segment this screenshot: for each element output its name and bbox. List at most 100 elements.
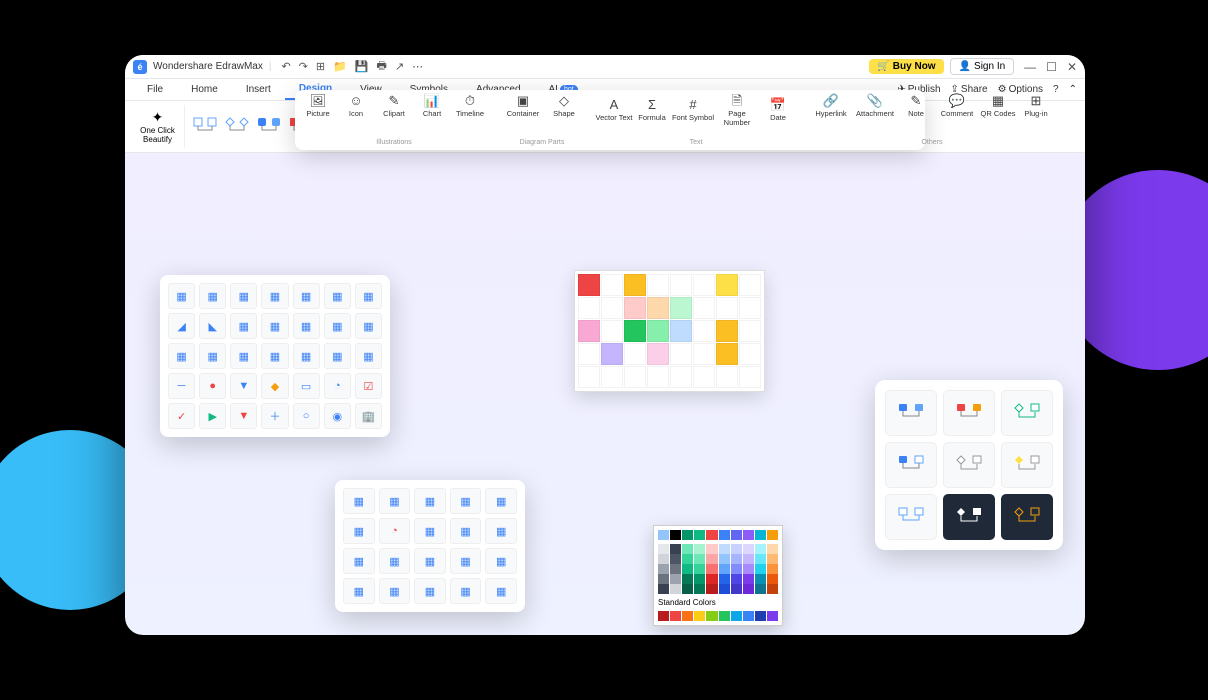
color-swatch[interactable] — [767, 554, 778, 564]
insert-container[interactable]: ▣Container — [501, 94, 545, 119]
shape-tile[interactable]: ☑ — [355, 373, 382, 399]
color-cell[interactable] — [624, 320, 646, 342]
color-swatch[interactable] — [670, 611, 681, 621]
color-swatch[interactable] — [719, 564, 730, 574]
color-swatch[interactable] — [719, 584, 730, 594]
color-swatch[interactable] — [755, 554, 766, 564]
color-cell[interactable] — [670, 343, 692, 365]
color-swatch[interactable] — [682, 564, 693, 574]
color-swatch[interactable] — [743, 554, 754, 564]
shape-tile[interactable]: ▼ — [230, 373, 257, 399]
color-swatch[interactable] — [694, 554, 705, 564]
template-tile[interactable]: ▦ — [485, 548, 517, 574]
color-swatch[interactable] — [706, 530, 717, 540]
color-cell[interactable] — [716, 297, 738, 319]
color-cell[interactable] — [601, 366, 623, 388]
redo-icon[interactable]: ↷ — [299, 60, 308, 73]
color-swatch[interactable] — [694, 584, 705, 594]
color-swatch[interactable] — [731, 544, 742, 554]
shape-tile[interactable]: ◣ — [199, 313, 226, 339]
close-icon[interactable]: ✕ — [1067, 60, 1077, 74]
shape-tile[interactable]: ▶ — [199, 403, 226, 429]
color-swatch[interactable] — [706, 574, 717, 584]
color-cell[interactable] — [647, 343, 669, 365]
color-cell[interactable] — [693, 320, 715, 342]
shape-tile[interactable]: ▦ — [324, 283, 351, 309]
insert-clipart[interactable]: ✎Clipart — [375, 94, 413, 119]
template-tile[interactable]: ◔ — [379, 518, 411, 544]
theme-swatch[interactable] — [189, 105, 221, 149]
shape-tile[interactable]: ＋ — [261, 403, 288, 429]
insert-timeline[interactable]: ⏱Timeline — [451, 94, 489, 119]
insert-note[interactable]: ✎Note — [897, 94, 935, 119]
color-swatch[interactable] — [731, 584, 742, 594]
color-swatch[interactable] — [694, 530, 705, 540]
color-cell[interactable] — [601, 274, 623, 296]
color-cell[interactable] — [624, 343, 646, 365]
color-swatch[interactable] — [767, 574, 778, 584]
template-tile[interactable]: ▦ — [414, 518, 446, 544]
color-cell[interactable] — [670, 274, 692, 296]
insert-qr[interactable]: ▦QR Codes — [979, 94, 1017, 119]
theme-card[interactable] — [1001, 442, 1053, 488]
insert-font-symbol[interactable]: #Font Symbol — [671, 94, 715, 127]
shape-tile[interactable]: ▦ — [355, 283, 382, 309]
color-cell[interactable] — [716, 274, 738, 296]
more-icon[interactable]: ⋯ — [412, 60, 423, 73]
shape-tile[interactable]: ▦ — [199, 283, 226, 309]
shape-tile[interactable]: ▦ — [324, 313, 351, 339]
color-swatch[interactable] — [682, 554, 693, 564]
buy-now-button[interactable]: 🛒 Buy Now — [869, 59, 943, 74]
template-tile[interactable]: ▦ — [343, 548, 375, 574]
color-cell[interactable] — [716, 320, 738, 342]
insert-formula[interactable]: ΣFormula — [633, 94, 671, 127]
color-swatch[interactable] — [706, 611, 717, 621]
shape-tile[interactable]: ▼ — [230, 403, 257, 429]
theme-card[interactable] — [885, 442, 937, 488]
color-swatch[interactable] — [658, 530, 669, 540]
color-cell[interactable] — [647, 297, 669, 319]
shape-tile[interactable]: ◉ — [324, 403, 351, 429]
sign-in-button[interactable]: 👤 Sign In — [950, 58, 1015, 75]
color-cell[interactable] — [624, 366, 646, 388]
template-tile[interactable]: ▦ — [450, 578, 482, 604]
template-tile[interactable]: ▦ — [450, 518, 482, 544]
color-swatch[interactable] — [755, 530, 766, 540]
color-swatch[interactable] — [706, 584, 717, 594]
template-tile[interactable]: ▦ — [414, 548, 446, 574]
undo-icon[interactable]: ↶ — [281, 60, 290, 73]
color-swatch[interactable] — [658, 544, 669, 554]
template-tile[interactable]: ▦ — [343, 518, 375, 544]
template-tile[interactable]: ▦ — [343, 488, 375, 514]
color-swatch[interactable] — [743, 544, 754, 554]
insert-attachment[interactable]: 📎Attachment — [853, 94, 897, 119]
color-cell[interactable] — [739, 320, 761, 342]
theme-card-dark[interactable] — [1001, 494, 1053, 540]
template-tile[interactable]: ▦ — [379, 488, 411, 514]
color-swatch[interactable] — [719, 611, 730, 621]
color-swatch[interactable] — [670, 554, 681, 564]
color-swatch[interactable] — [706, 564, 717, 574]
collapse-ribbon-icon[interactable]: ⌃ — [1069, 84, 1077, 95]
insert-vector-text[interactable]: AVector Text — [595, 94, 633, 127]
shape-tile[interactable]: ▦ — [230, 283, 257, 309]
insert-date[interactable]: 📅Date — [759, 94, 797, 127]
color-cell[interactable] — [601, 343, 623, 365]
color-swatch[interactable] — [670, 530, 681, 540]
insert-plugin[interactable]: ⊞Plug-in — [1017, 94, 1055, 119]
theme-card[interactable] — [1001, 390, 1053, 436]
color-cell[interactable] — [693, 274, 715, 296]
color-cell[interactable] — [624, 297, 646, 319]
color-cell[interactable] — [601, 320, 623, 342]
tab-file[interactable]: File — [133, 79, 177, 100]
color-swatch[interactable] — [743, 530, 754, 540]
color-swatch[interactable] — [658, 564, 669, 574]
shape-tile[interactable]: ◢ — [168, 313, 195, 339]
color-swatch[interactable] — [743, 611, 754, 621]
color-swatch[interactable] — [658, 554, 669, 564]
color-cell[interactable] — [578, 343, 600, 365]
template-tile[interactable]: ▦ — [414, 488, 446, 514]
color-cell[interactable] — [693, 366, 715, 388]
color-swatch[interactable] — [731, 611, 742, 621]
one-click-beautify-button[interactable]: ✦ One Click Beautify — [131, 105, 185, 148]
